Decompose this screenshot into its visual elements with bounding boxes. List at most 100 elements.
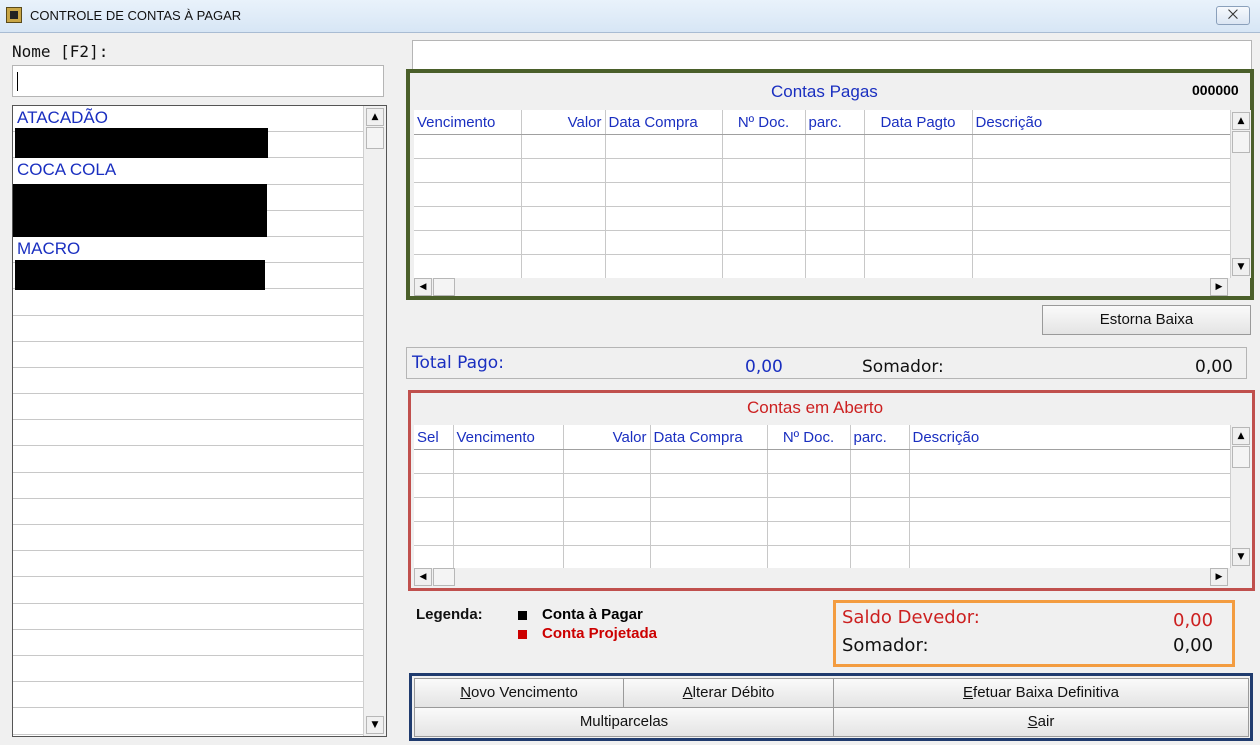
col-parc[interactable]: parc. <box>805 110 865 135</box>
col-num-doc[interactable]: Nº Doc. <box>767 425 851 450</box>
scroll-thumb[interactable] <box>433 278 455 296</box>
contas-pagas-title: Contas Pagas <box>771 82 878 101</box>
list-item[interactable] <box>13 446 363 473</box>
list-item[interactable] <box>13 551 363 578</box>
estorna-baixa-button[interactable]: Estorna Baixa <box>1042 305 1251 335</box>
table-row[interactable] <box>414 206 1230 231</box>
button-label: air <box>1037 713 1055 730</box>
table-row[interactable] <box>414 497 1230 522</box>
col-parc[interactable]: parc. <box>850 425 910 450</box>
col-valor[interactable]: Valor <box>521 110 606 135</box>
contas-pagas-grid[interactable]: Vencimento Valor Data Compra Nº Doc. par… <box>414 110 1230 278</box>
list-item[interactable] <box>13 499 363 525</box>
col-vencimento[interactable]: Vencimento <box>414 110 522 135</box>
somador-label: Somador: <box>862 357 944 377</box>
text-caret <box>17 72 18 91</box>
legend-black-square-icon <box>518 611 527 620</box>
scroll-right-icon[interactable]: ▶ <box>1210 278 1228 296</box>
list-item[interactable] <box>13 656 363 683</box>
legend-conta-projetada: Conta Projetada <box>542 625 658 642</box>
list-item[interactable] <box>13 316 363 342</box>
novo-vencimento-button[interactable]: Novo Vencimento <box>414 678 624 708</box>
top-input-box[interactable] <box>412 40 1252 70</box>
table-row[interactable] <box>414 521 1230 546</box>
list-item[interactable] <box>13 525 363 552</box>
scroll-down-icon[interactable]: ▼ <box>1232 548 1250 566</box>
scroll-up-icon[interactable]: ▲ <box>366 108 384 126</box>
button-label: fetuar Baixa Definitiva <box>973 684 1119 701</box>
col-vencimento[interactable]: Vencimento <box>453 425 564 450</box>
efetuar-baixa-button[interactable]: Efetuar Baixa Definitiva <box>833 678 1249 708</box>
contas-aberto-grid[interactable]: Sel Vencimento Valor Data Compra Nº Doc.… <box>414 425 1230 568</box>
scroll-thumb[interactable] <box>366 127 384 149</box>
contas-aberto-hscroll[interactable]: ◀ ▶ <box>414 568 1230 586</box>
sair-button[interactable]: Sair <box>833 707 1249 737</box>
saldo-somador-label: Somador: <box>842 635 929 656</box>
nome-input[interactable] <box>12 65 384 97</box>
col-data-compra[interactable]: Data Compra <box>605 110 723 135</box>
supplier-list[interactable]: ATACADÃO COCA COLA MACRO ▲ ▼ <box>12 105 387 737</box>
col-descricao[interactable]: Descrição <box>972 110 1230 135</box>
scroll-down-icon[interactable]: ▼ <box>366 716 384 734</box>
table-row[interactable] <box>414 134 1230 159</box>
table-row[interactable] <box>414 230 1230 255</box>
list-scrollbar[interactable]: ▲ ▼ <box>363 106 386 736</box>
saldo-devedor-label: Saldo Devedor: <box>842 607 980 628</box>
scroll-up-icon[interactable]: ▲ <box>1232 112 1250 130</box>
total-pago-label: Total Pago: <box>412 353 504 373</box>
contas-pagas-vscroll[interactable]: ▲ ▼ <box>1230 110 1251 278</box>
scroll-left-icon[interactable]: ◀ <box>414 568 432 586</box>
scroll-down-icon[interactable]: ▼ <box>1232 258 1250 276</box>
list-item[interactable] <box>13 682 363 709</box>
redacted-block <box>13 184 267 237</box>
scroll-left-icon[interactable]: ◀ <box>414 278 432 296</box>
legend-red-square-icon <box>518 630 527 639</box>
col-num-doc[interactable]: Nº Doc. <box>722 110 806 135</box>
table-row[interactable] <box>414 545 1230 568</box>
contas-pagas-hscroll[interactable]: ◀ ▶ <box>414 278 1230 296</box>
list-item[interactable] <box>13 368 363 395</box>
close-icon: ⨉ <box>1227 8 1239 23</box>
list-item[interactable] <box>13 342 363 368</box>
col-valor[interactable]: Valor <box>563 425 651 450</box>
list-item[interactable] <box>13 604 363 630</box>
close-button[interactable]: ⨉ <box>1216 6 1250 25</box>
somador-value: 0,00 <box>1195 357 1233 377</box>
list-item[interactable]: COCA COLA <box>13 158 363 185</box>
list-item[interactable] <box>13 708 363 735</box>
button-label: ovo Vencimento <box>471 684 578 701</box>
shortcut-key: A <box>682 684 693 701</box>
multiparcelas-button[interactable]: Multiparcelas <box>414 707 834 737</box>
alterar-debito-button[interactable]: Alterar Débito <box>623 678 834 708</box>
scroll-thumb[interactable] <box>1232 446 1250 468</box>
list-item[interactable] <box>13 420 363 447</box>
total-pago-panel: Total Pago: 0,00 Somador: 0,00 <box>406 347 1247 379</box>
col-data-pagto[interactable]: Data Pagto <box>864 110 973 135</box>
col-data-compra[interactable]: Data Compra <box>650 425 768 450</box>
scroll-up-icon[interactable]: ▲ <box>1232 427 1250 445</box>
table-row[interactable] <box>414 182 1230 207</box>
scroll-thumb[interactable] <box>433 568 455 586</box>
list-item[interactable] <box>13 473 363 499</box>
button-label: lterar Débito <box>692 684 775 701</box>
saldo-devedor-value: 0,00 <box>1173 610 1214 631</box>
list-item[interactable] <box>13 577 363 604</box>
window-title: CONTROLE DE CONTAS À PAGAR <box>30 8 242 23</box>
scroll-thumb[interactable] <box>1232 131 1250 153</box>
contas-aberto-vscroll[interactable]: ▲ ▼ <box>1230 425 1251 568</box>
scroll-right-icon[interactable]: ▶ <box>1210 568 1228 586</box>
legenda-label: Legenda: <box>416 606 483 623</box>
table-row[interactable] <box>414 158 1230 183</box>
table-row[interactable] <box>414 473 1230 498</box>
contas-pagas-counter: 000000 <box>1192 82 1239 98</box>
list-item[interactable] <box>13 289 363 316</box>
list-item[interactable] <box>13 394 363 421</box>
supplier-name: MACRO <box>17 238 81 258</box>
col-sel[interactable]: Sel <box>414 425 454 450</box>
list-item[interactable] <box>13 630 363 656</box>
table-row[interactable] <box>414 449 1230 474</box>
col-descricao[interactable]: Descrição <box>909 425 1230 450</box>
supplier-name: ATACADÃO <box>17 108 108 127</box>
shortcut-key: E <box>963 684 974 701</box>
table-row[interactable] <box>414 254 1230 278</box>
